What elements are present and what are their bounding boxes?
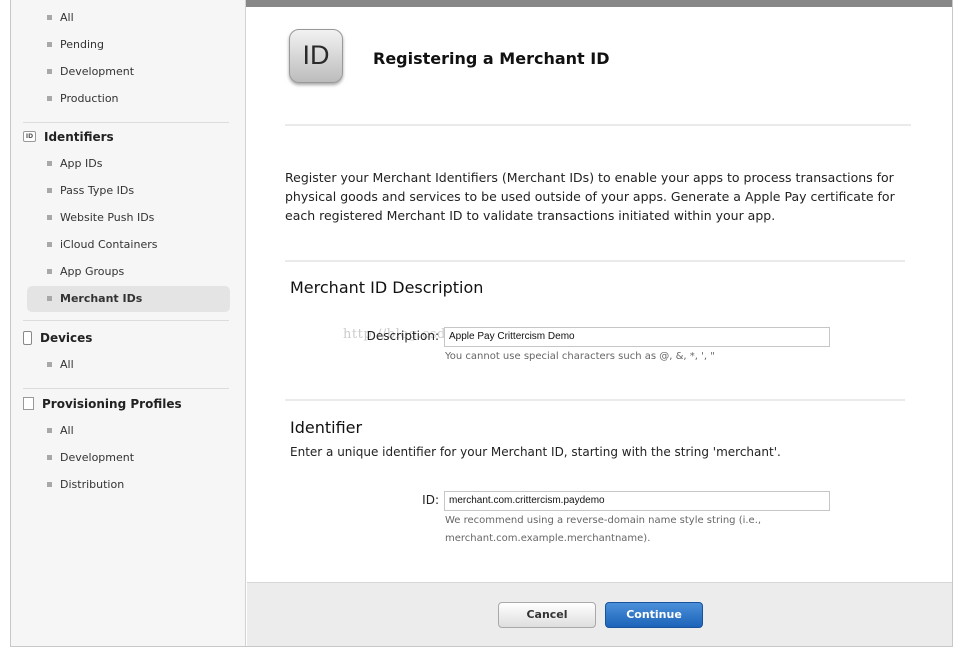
sidebar-heading-devices[interactable]: Devices	[23, 328, 92, 348]
identifier-hint-line2: merchant.com.example.merchantname).	[445, 533, 651, 544]
sidebar-item-profiles-development[interactable]: Development	[47, 448, 134, 468]
description-input[interactable]: Apple Pay Crittercism Demo	[444, 327, 830, 347]
sidebar-item-pending[interactable]: Pending	[47, 35, 104, 55]
page-title: Registering a Merchant ID	[373, 49, 610, 68]
bullet-icon	[47, 427, 52, 433]
id-label: ID:	[422, 493, 439, 507]
bullet-icon	[47, 214, 52, 220]
device-icon	[23, 330, 32, 345]
bullet-icon	[47, 454, 52, 460]
id-icon: ID	[23, 131, 36, 142]
header-divider	[285, 124, 911, 126]
identifier-section-title: Identifier	[290, 418, 363, 437]
sidebar-item-pass-type-ids[interactable]: Pass Type IDs	[47, 181, 134, 201]
bullet-icon	[47, 187, 52, 193]
top-scroll-edge	[246, 0, 952, 7]
sidebar-item-development[interactable]: Development	[47, 62, 134, 82]
sidebar-item-app-groups[interactable]: App Groups	[47, 262, 124, 282]
footer-bar: Cancel Continue	[247, 582, 952, 646]
sidebar-heading-identifiers[interactable]: ID Identifiers	[23, 127, 114, 147]
sidebar-divider	[23, 122, 229, 123]
bullet-icon	[47, 160, 52, 166]
bullet-icon	[47, 14, 52, 20]
bullet-icon	[47, 95, 52, 101]
sidebar-item-devices-all[interactable]: All	[47, 355, 74, 375]
section-divider	[285, 260, 905, 262]
cancel-button[interactable]: Cancel	[498, 602, 596, 628]
merchant-id-icon: ID	[289, 29, 343, 83]
sidebar-divider	[23, 320, 229, 321]
sidebar-item-profiles-all[interactable]: All	[47, 421, 74, 441]
document-icon	[23, 397, 34, 410]
section-divider	[285, 399, 905, 401]
app-window: All Pending Development Production ID Ide…	[10, 0, 953, 647]
bullet-icon	[47, 361, 52, 367]
description-hint: You cannot use special characters such a…	[445, 351, 715, 362]
sidebar-item-icloud-containers[interactable]: iCloud Containers	[47, 235, 157, 255]
identifier-hint-line1: We recommend using a reverse-domain name…	[445, 515, 762, 526]
bullet-icon	[47, 295, 52, 301]
identifier-subtitle: Enter a unique identifier for your Merch…	[290, 445, 781, 459]
sidebar: All Pending Development Production ID Ide…	[11, 0, 246, 646]
main-content: ID Registering a Merchant ID Register yo…	[247, 7, 952, 646]
description-section-title: Merchant ID Description	[290, 278, 484, 297]
sidebar-item-app-ids[interactable]: App IDs	[47, 154, 102, 174]
sidebar-item-certificates-all[interactable]: All	[47, 8, 74, 28]
sidebar-divider	[23, 388, 229, 389]
continue-button[interactable]: Continue	[605, 602, 703, 628]
bullet-icon	[47, 68, 52, 74]
bullet-icon	[47, 268, 52, 274]
intro-text: Register your Merchant Identifiers (Merc…	[285, 170, 895, 223]
bullet-icon	[47, 481, 52, 487]
sidebar-heading-provisioning-profiles[interactable]: Provisioning Profiles	[23, 394, 182, 414]
sidebar-item-merchant-ids[interactable]: Merchant IDs	[27, 286, 230, 312]
identifier-input[interactable]: merchant.com.crittercism.paydemo	[444, 491, 830, 511]
sidebar-item-website-push-ids[interactable]: Website Push IDs	[47, 208, 154, 228]
bullet-icon	[47, 41, 52, 47]
sidebar-item-profiles-distribution[interactable]: Distribution	[47, 475, 124, 495]
description-label: Description:	[366, 329, 439, 343]
sidebar-item-production[interactable]: Production	[47, 89, 119, 109]
bullet-icon	[47, 241, 52, 247]
